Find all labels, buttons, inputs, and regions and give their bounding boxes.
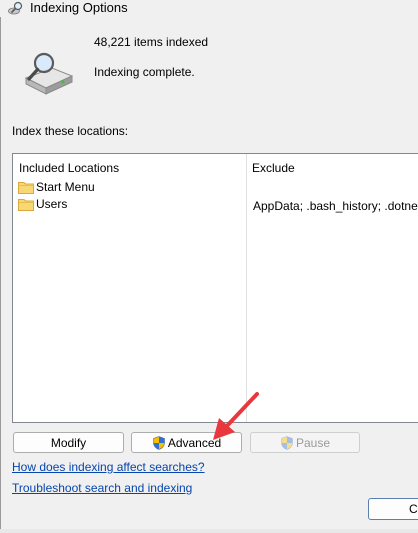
location-name: Start Menu [36,180,95,194]
items-indexed-count: 48,221 items indexed [94,35,209,49]
modify-button-label: Modify [50,435,87,450]
locations-section-label: Index these locations: [12,124,129,138]
close-button-label: Cl [409,502,418,516]
window-left-border [0,0,1,533]
location-name: Users [36,197,68,211]
close-button[interactable]: Cl [368,498,418,520]
folder-icon [18,181,34,194]
indexing-status: Indexing complete. [94,65,195,79]
indexing-drive-magnifier-icon [24,52,74,95]
window-bottom-edge [0,529,418,533]
uac-shield-icon [281,435,293,450]
modify-button[interactable]: Modify [13,432,124,453]
how-indexing-affects-searches-link[interactable]: How does indexing affect searches? [12,460,205,474]
uac-shield-icon [153,435,165,450]
location-row-start-menu[interactable]: Start Menu [18,179,95,195]
included-locations-header[interactable]: Included Locations [19,161,119,175]
red-arrow-annotation [213,392,259,440]
indexing-options-icon [8,1,23,15]
location-row-users[interactable]: Users [18,196,67,212]
pause-button[interactable]: Pause [250,432,360,453]
exclude-header[interactable]: Exclude [252,161,295,175]
window-title: Indexing Options [30,0,128,15]
indexed-locations-list[interactable]: Included Locations Exclude Start Menu Us… [12,153,418,423]
troubleshoot-indexing-link[interactable]: Troubleshoot search and indexing [12,481,192,495]
pause-button-label: Pause [295,435,331,450]
column-divider [246,154,247,422]
folder-icon [18,198,34,211]
title-bar: Indexing Options [0,0,418,17]
location-exclude-value: AppData; .bash_history; .dotnet; [253,199,418,213]
